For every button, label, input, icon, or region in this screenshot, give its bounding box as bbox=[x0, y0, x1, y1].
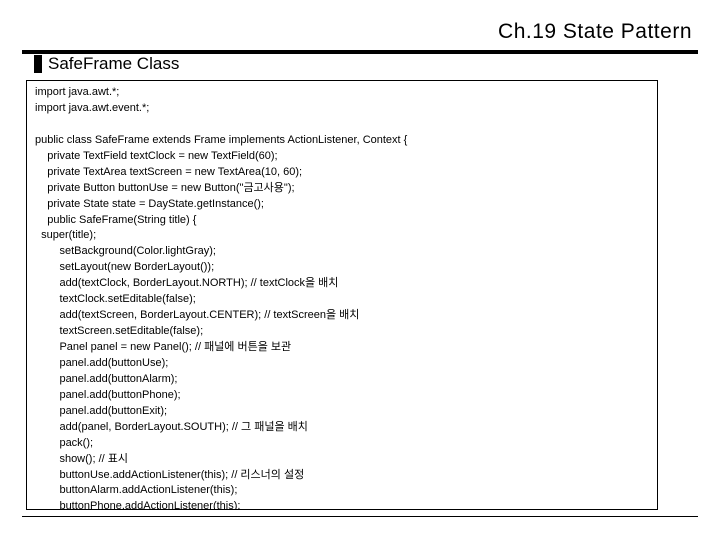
bottom-divider bbox=[22, 516, 698, 517]
square-bullet-icon bbox=[34, 55, 42, 73]
section-title: SafeFrame Class bbox=[48, 54, 179, 74]
chapter-heading: Ch.19 State Pattern bbox=[498, 20, 692, 44]
code-listing: import java.awt.*; import java.awt.event… bbox=[26, 80, 658, 510]
section-heading: SafeFrame Class bbox=[34, 54, 179, 74]
